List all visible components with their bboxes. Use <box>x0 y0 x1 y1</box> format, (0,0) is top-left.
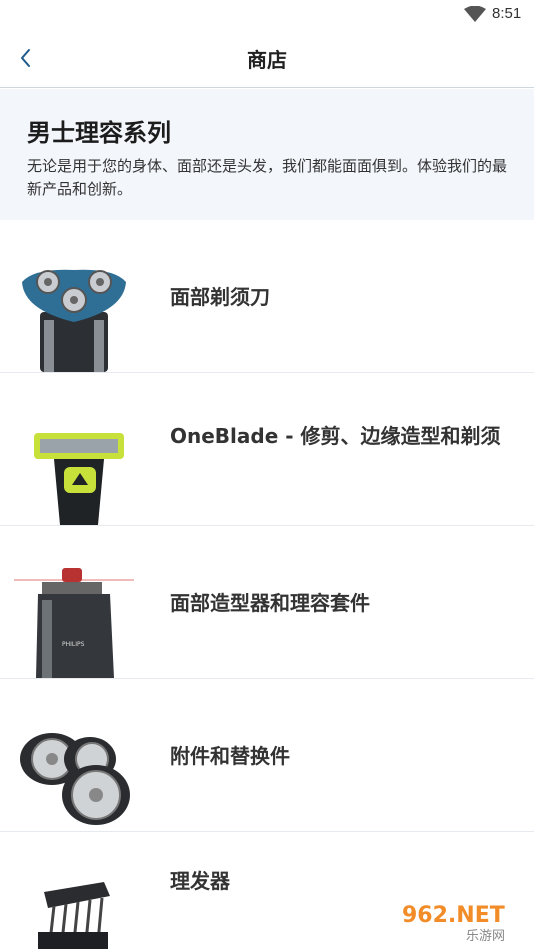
oneblade-image <box>34 433 124 525</box>
category-item-beard-styler[interactable]: PHILIPS 面部造型器和理容套件 <box>0 526 534 679</box>
beard-styler-image: PHILIPS <box>14 568 134 678</box>
watermark-logo: 962.NET 乐游网 <box>396 898 528 944</box>
category-list: 面部剃须刀 OneBlade - 修剪、边缘造型和剃须 PHILIPS 面部造型… <box>0 220 534 949</box>
category-label: 附件和替换件 <box>170 744 290 768</box>
svg-text:乐游网: 乐游网 <box>466 929 505 944</box>
category-item-accessories[interactable]: 附件和替换件 <box>0 679 534 832</box>
category-item-oneblade[interactable]: OneBlade - 修剪、边缘造型和剃须 <box>0 373 534 526</box>
svg-text:PHILIPS: PHILIPS <box>62 641 85 648</box>
shaving-heads-image <box>20 733 130 825</box>
category-label: 理发器 <box>170 869 230 893</box>
svg-text:962.NET: 962.NET <box>402 903 505 928</box>
status-time: 8:51 <box>492 5 522 22</box>
category-label: 面部剃须刀 <box>170 285 270 309</box>
section-description: 无论是用于您的身体、面部还是头发，我们都能面面俱到。体验我们的最新产品和创新。 <box>27 157 508 198</box>
hair-clipper-image <box>38 882 110 949</box>
category-label: 面部造型器和理容套件 <box>170 591 370 615</box>
page-title: 商店 <box>247 48 287 72</box>
category-label: OneBlade - 修剪、边缘造型和剃须 <box>170 424 501 448</box>
app-bar: 商店 <box>0 30 534 88</box>
rotary-shaver-image <box>22 269 126 372</box>
status-bar: 8:51 <box>0 0 534 30</box>
section-heading: 男士理容系列 <box>27 119 171 147</box>
intro-section: 男士理容系列 无论是用于您的身体、面部还是头发，我们都能面面俱到。体验我们的最新… <box>0 89 534 220</box>
category-item-face-shavers[interactable]: 面部剃须刀 <box>0 220 534 373</box>
wifi-icon <box>464 6 486 22</box>
